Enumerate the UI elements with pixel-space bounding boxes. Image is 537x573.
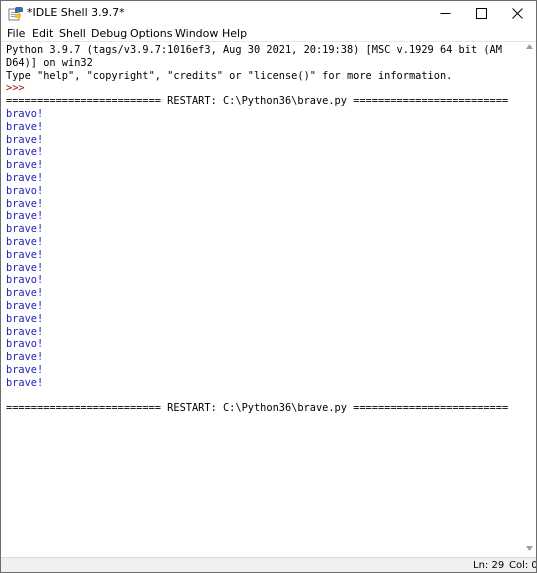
shell-output-line: brave! [6,300,44,312]
status-line-number: Ln: 29 [473,560,505,571]
shell-output-line: brave! [6,325,44,338]
shell-output-line: brave! [6,236,44,248]
close-button[interactable] [500,1,535,25]
shell-output-line: brave! [6,376,44,389]
shell-output-line: bravo! [6,274,44,287]
shell-text-line: ========================= RESTART: C:\Py… [6,402,509,415]
shell-output-line: brave! [6,287,44,300]
shell-output-line: brave! [6,364,44,376]
title-bar[interactable]: *IDLE Shell 3.9.7* [1,1,536,25]
window-title: *IDLE Shell 3.9.7* [27,6,125,19]
maximize-button[interactable] [464,1,499,25]
shell-text-line: D64)] on win32 [6,56,93,69]
shell-output-line: bravo! [6,338,44,351]
menu-file[interactable]: File [7,27,25,40]
scroll-down-arrow-icon[interactable] [526,546,533,551]
shell-output-line: brave! [6,261,44,274]
shell-prompt: >>> [6,82,31,95]
shell-output-line: brave! [6,133,44,146]
shell-output-line: brave! [6,197,44,210]
menu-debug[interactable]: Debug [91,27,127,40]
idle-shell-window: *IDLE Shell 3.9.7* File Edit Shell Debug… [0,0,537,573]
shell-output-line: brave! [6,312,44,325]
menu-shell[interactable]: Shell [59,27,86,40]
shell-output-line: brave! [6,210,44,223]
shell-output-line: bravo! [6,184,44,197]
shell-output-line: bravo! [6,108,44,120]
shell-output-line: brave! [6,120,44,133]
menu-edit[interactable]: Edit [32,27,53,40]
minimize-button[interactable] [428,1,463,25]
idle-python-icon [8,6,24,22]
shell-output-line: brave! [6,172,44,184]
shell-text-area[interactable]: Python 3.9.7 (tags/v3.9.7:1016ef3, Aug 3… [1,42,523,557]
shell-output-line: brave! [6,248,44,261]
scroll-up-arrow-icon[interactable] [526,44,533,49]
status-bar: Ln: 29 Col: 0 [1,557,537,572]
vertical-scrollbar[interactable] [523,42,536,557]
shell-output-line: brave! [6,351,44,364]
maximize-icon [476,8,487,19]
menu-help[interactable]: Help [222,27,247,40]
minimize-icon [440,13,451,14]
close-icon [512,8,523,19]
shell-text-line: Python 3.9.7 (tags/v3.9.7:1016ef3, Aug 3… [6,44,502,56]
shell-text-line: Type "help", "copyright", "credits" or "… [6,69,453,82]
menu-bar: File Edit Shell Debug Options Window Hel… [1,25,536,42]
menu-options[interactable]: Options [130,27,172,40]
shell-output-line: brave! [6,159,44,172]
status-column-number: Col: 0 [509,560,537,571]
shell-output-line: brave! [6,223,44,236]
shell-text-line: ========================= RESTART: C:\Py… [6,95,509,108]
shell-output-line: brave! [6,146,44,159]
menu-window[interactable]: Window [175,27,218,40]
